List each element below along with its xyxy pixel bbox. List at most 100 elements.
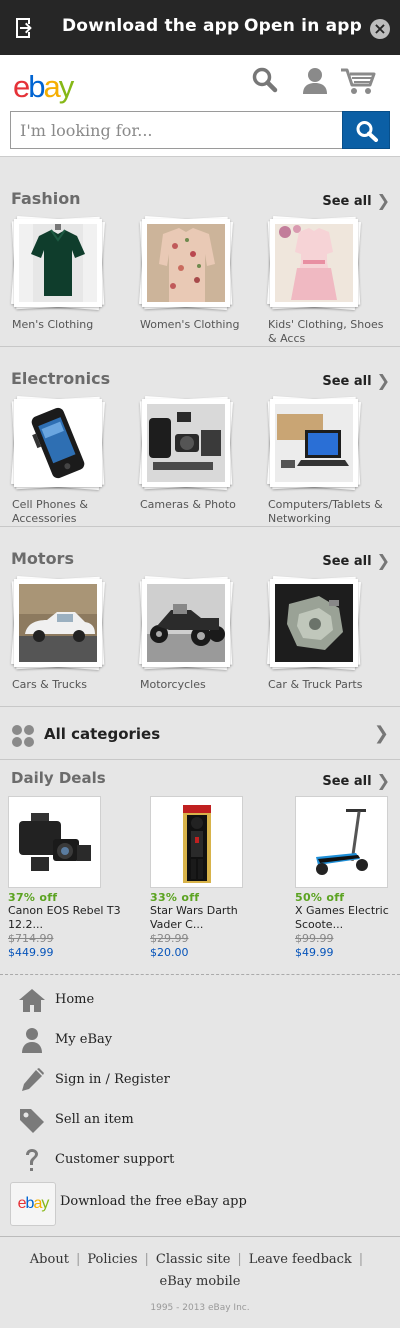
category-label: Computers/Tablets & Networking <box>268 498 383 525</box>
category-tile[interactable]: Car & Truck Parts <box>267 576 392 692</box>
see-all-link[interactable]: See all ❯ <box>322 371 390 390</box>
deal-price: $20.00 <box>150 946 189 959</box>
section-title: Electronics <box>11 369 111 388</box>
app-banner: Download the app Open in app × <box>0 0 400 55</box>
footer-classic-link[interactable]: Classic site <box>156 1252 231 1267</box>
close-banner-button[interactable]: × <box>370 19 390 39</box>
category-label: Car & Truck Parts <box>268 678 363 691</box>
nav-sell[interactable]: Sell an item <box>0 1100 400 1140</box>
search-bar <box>10 111 390 149</box>
account-icon[interactable] <box>302 67 328 95</box>
deal-image <box>295 796 388 888</box>
deal-price: $49.99 <box>295 946 334 959</box>
deal-title: X Games Electric Scoote... <box>295 904 389 931</box>
category-thumbnail <box>139 216 233 310</box>
deal-item[interactable]: 50% off X Games Electric Scoote... $99.9… <box>295 796 400 960</box>
deal-item[interactable]: 33% off Star Wars Darth Vader C... $29.9… <box>150 796 270 960</box>
tag-icon <box>20 1109 44 1133</box>
category-tile[interactable]: Motorcycles <box>139 576 264 692</box>
open-in-app-link[interactable]: Open in app <box>244 16 362 36</box>
deal-original-price: $99.99 <box>295 932 334 945</box>
category-thumbnail <box>11 216 105 310</box>
category-label: Cell Phones & Accessories <box>12 498 88 525</box>
chevron-right-icon: ❯ <box>376 191 390 210</box>
deal-image <box>8 796 101 888</box>
category-label: Women's Clothing <box>140 318 240 331</box>
chevron-right-icon: ❯ <box>376 371 390 390</box>
nav-sign-in[interactable]: Sign in / Register <box>0 1060 400 1100</box>
nav-label: My eBay <box>55 1032 113 1047</box>
category-tile[interactable]: Men's Clothing <box>11 216 136 332</box>
category-thumbnail <box>139 576 233 670</box>
chevron-right-icon: ❯ <box>373 723 389 744</box>
category-label: Kids' Clothing, Shoes & Accs <box>268 318 384 345</box>
motors-section: Motors See all ❯ Cars & Trucks Motorcycle… <box>0 527 400 707</box>
nav-label: Sign in / Register <box>55 1072 170 1087</box>
deal-title: Star Wars Darth Vader C... <box>150 904 238 931</box>
category-thumbnail <box>267 576 361 670</box>
section-title: Fashion <box>11 189 81 208</box>
footer-policies-link[interactable]: Policies <box>87 1252 137 1267</box>
section-title: Daily Deals <box>11 769 106 787</box>
nav-label: Sell an item <box>55 1112 134 1127</box>
deal-price: $449.99 <box>8 946 54 959</box>
ebay-app-logo: ebay <box>10 1182 56 1226</box>
nav-home[interactable]: Home <box>0 980 400 1020</box>
category-tile[interactable]: Cameras & Photo <box>139 396 264 512</box>
nav-my-ebay[interactable]: My eBay <box>0 1020 400 1060</box>
footer-about-link[interactable]: About <box>30 1252 69 1267</box>
category-tile[interactable]: Computers/Tablets & Networking <box>267 396 392 526</box>
see-all-link[interactable]: See all ❯ <box>322 771 390 790</box>
daily-deals-section: Daily Deals See all ❯ 37% off Canon EOS R… <box>0 760 400 974</box>
categories-grid-icon <box>12 725 34 747</box>
footer-mobile-link[interactable]: eBay mobile <box>160 1274 241 1289</box>
nav-label: Customer support <box>55 1152 175 1167</box>
fashion-section: Fashion See all ❯ Men's Clothing Women's … <box>0 167 400 347</box>
nav-support[interactable]: Customer support <box>0 1140 400 1180</box>
category-tile[interactable]: Kids' Clothing, Shoes & Accs <box>267 216 392 346</box>
ebay-logo[interactable]: ebay <box>13 69 74 105</box>
nav-label: Download the free eBay app <box>60 1194 247 1209</box>
footer-links: About | Policies | Classic site | Leave feedba… <box>29 1252 364 1289</box>
category-tile[interactable]: Cars & Trucks <box>11 576 136 692</box>
see-all-link[interactable]: See all ❯ <box>322 191 390 210</box>
deal-discount: 50% off <box>295 891 345 904</box>
home-icon <box>19 989 45 1012</box>
search-icon[interactable] <box>252 67 278 93</box>
deal-original-price: $29.99 <box>150 932 189 945</box>
all-categories-label: All categories <box>44 725 161 743</box>
divider <box>0 974 400 975</box>
deal-discount: 37% off <box>8 891 58 904</box>
user-icon <box>22 1028 42 1053</box>
cart-icon[interactable] <box>340 67 376 95</box>
all-categories-link[interactable]: All categories ❯ <box>0 707 400 760</box>
category-thumbnail <box>267 396 361 490</box>
nav-label: Home <box>55 992 95 1007</box>
search-button[interactable] <box>342 111 390 149</box>
chevron-right-icon: ❯ <box>376 551 390 570</box>
copyright: 1995 - 2013 eBay Inc. <box>150 1303 250 1313</box>
category-thumbnail <box>139 396 233 490</box>
category-tile[interactable]: Cell Phones & Accessories <box>11 396 136 526</box>
site-header: ebay <box>0 55 400 157</box>
download-app-link[interactable]: Download the app <box>62 16 239 36</box>
category-thumbnail <box>267 216 361 310</box>
search-input[interactable] <box>10 111 343 149</box>
deal-discount: 33% off <box>150 891 200 904</box>
deal-item[interactable]: 37% off Canon EOS Rebel T3 12.2... $714.… <box>8 796 128 960</box>
category-label: Men's Clothing <box>12 318 94 331</box>
deal-image <box>150 796 243 888</box>
footer-feedback-link[interactable]: Leave feedback <box>249 1252 352 1267</box>
chevron-right-icon: ❯ <box>376 771 390 790</box>
nav-download-app[interactable]: ebay Download the free eBay app <box>0 1178 400 1230</box>
section-title: Motors <box>11 549 74 568</box>
divider <box>0 1236 400 1237</box>
deal-original-price: $714.99 <box>8 932 54 945</box>
search-icon <box>356 121 378 142</box>
see-all-link[interactable]: See all ❯ <box>322 551 390 570</box>
deal-title: Canon EOS Rebel T3 12.2... <box>8 904 121 931</box>
category-tile[interactable]: Women's Clothing <box>139 216 264 332</box>
pencil-icon <box>22 1068 44 1091</box>
category-thumbnail <box>11 396 105 490</box>
download-app-icon[interactable] <box>12 16 36 40</box>
